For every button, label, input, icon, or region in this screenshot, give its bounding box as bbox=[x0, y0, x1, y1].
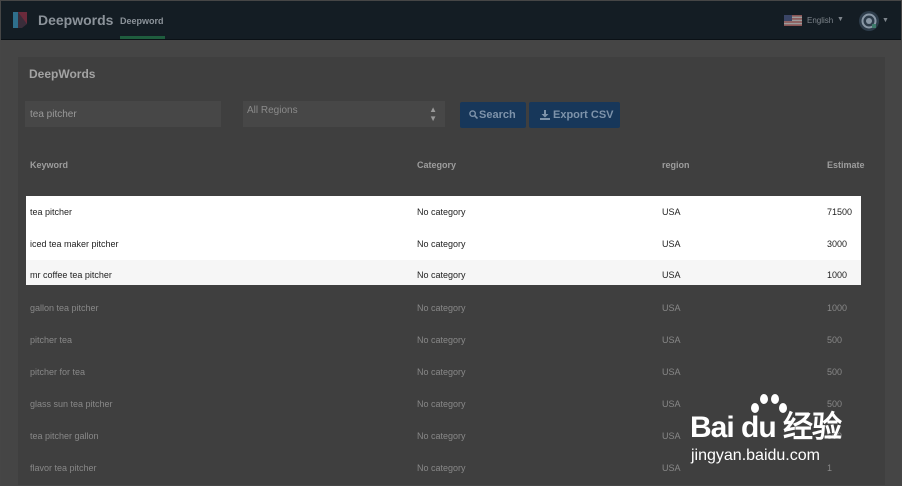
watermark-url: jingyan.baidu.com bbox=[691, 447, 820, 464]
region-cell: USA bbox=[662, 335, 681, 345]
column-header-region[interactable]: region bbox=[662, 160, 690, 170]
estimate-cell: 3000 bbox=[827, 239, 848, 249]
region-select-value: All Regions bbox=[247, 105, 298, 116]
column-header-keyword[interactable]: Keyword bbox=[30, 160, 68, 170]
table-row[interactable]: pitcher for tea No category USA 500 bbox=[26, 356, 861, 388]
keyword-cell: flavor tea pitcher bbox=[30, 463, 97, 473]
keyword-search-input[interactable] bbox=[25, 101, 221, 127]
top-navbar: Deepwords Deepword English ▼ ▼ bbox=[1, 1, 901, 40]
table-row[interactable]: tea pitcher No category USA 71500 bbox=[26, 196, 861, 228]
keyword-cell: tea pitcher bbox=[30, 207, 73, 217]
category-cell: No category bbox=[417, 207, 466, 217]
keyword-cell: gallon tea pitcher bbox=[30, 303, 99, 313]
user-avatar-icon[interactable] bbox=[858, 10, 880, 32]
region-cell: USA bbox=[662, 367, 681, 377]
page-title: DeepWords bbox=[29, 67, 96, 81]
app-window: Deepwords Deepword English ▼ ▼ DeepWords… bbox=[1, 1, 901, 485]
keyword-cell: glass sun tea pitcher bbox=[30, 399, 113, 409]
region-cell: USA bbox=[662, 399, 681, 409]
category-cell: No category bbox=[417, 431, 466, 441]
keyword-cell: tea pitcher gallon bbox=[30, 431, 99, 441]
download-icon bbox=[540, 110, 550, 120]
keyword-cell: pitcher for tea bbox=[30, 367, 86, 377]
category-cell: No category bbox=[417, 303, 466, 313]
estimate-cell: 71500 bbox=[827, 207, 853, 217]
estimate-cell: 1000 bbox=[827, 270, 848, 280]
app-logo-icon[interactable] bbox=[13, 12, 27, 28]
region-select[interactable]: All Regions ▲ ▼ bbox=[243, 101, 445, 127]
us-flag-icon[interactable] bbox=[784, 15, 802, 26]
column-header-estimate[interactable]: Estimate bbox=[827, 160, 865, 170]
paw-logo-icon bbox=[751, 394, 787, 413]
category-cell: No category bbox=[417, 463, 466, 473]
table-row[interactable]: gallon tea pitcher No category USA 1000 bbox=[26, 292, 861, 324]
select-arrows-icon: ▲ ▼ bbox=[429, 105, 437, 123]
category-cell: No category bbox=[417, 367, 466, 377]
keyword-cell: pitcher tea bbox=[30, 335, 73, 345]
brand-name[interactable]: Deepwords bbox=[38, 12, 113, 28]
export-csv-button-label: Export CSV bbox=[553, 109, 614, 121]
keyword-cell: mr coffee tea pitcher bbox=[30, 270, 112, 280]
table-row[interactable]: pitcher tea No category USA 500 bbox=[26, 324, 861, 356]
category-cell: No category bbox=[417, 239, 466, 249]
category-cell: No category bbox=[417, 399, 466, 409]
region-cell: USA bbox=[662, 463, 681, 473]
chevron-down-icon[interactable]: ▼ bbox=[837, 16, 844, 23]
estimate-cell: 500 bbox=[827, 335, 843, 345]
region-cell: USA bbox=[662, 270, 681, 280]
baidu-jingyan-watermark: Bai du 经验 jingyan.baidu.com bbox=[681, 392, 861, 472]
region-cell: USA bbox=[662, 303, 681, 313]
language-selector[interactable]: English bbox=[807, 16, 833, 25]
estimate-cell: 500 bbox=[827, 367, 843, 377]
region-cell: USA bbox=[662, 239, 681, 249]
estimate-cell: 1000 bbox=[827, 303, 848, 313]
column-header-category[interactable]: Category bbox=[417, 160, 456, 170]
region-cell: USA bbox=[662, 207, 681, 217]
table-row[interactable]: iced tea maker pitcher No category USA 3… bbox=[26, 228, 861, 260]
keyword-cell: iced tea maker pitcher bbox=[30, 239, 119, 249]
search-button[interactable]: Search bbox=[460, 102, 526, 128]
category-cell: No category bbox=[417, 270, 466, 280]
chevron-down-icon[interactable]: ▼ bbox=[882, 17, 889, 24]
search-button-label: Search bbox=[479, 109, 516, 121]
export-csv-button[interactable]: Export CSV bbox=[529, 102, 620, 128]
region-cell: USA bbox=[662, 431, 681, 441]
table-row[interactable]: mr coffee tea pitcher No category USA 10… bbox=[26, 260, 861, 285]
nav-tab-deepword[interactable]: Deepword bbox=[120, 16, 164, 26]
search-icon bbox=[469, 110, 478, 119]
category-cell: No category bbox=[417, 335, 466, 345]
active-tab-indicator bbox=[120, 36, 165, 39]
